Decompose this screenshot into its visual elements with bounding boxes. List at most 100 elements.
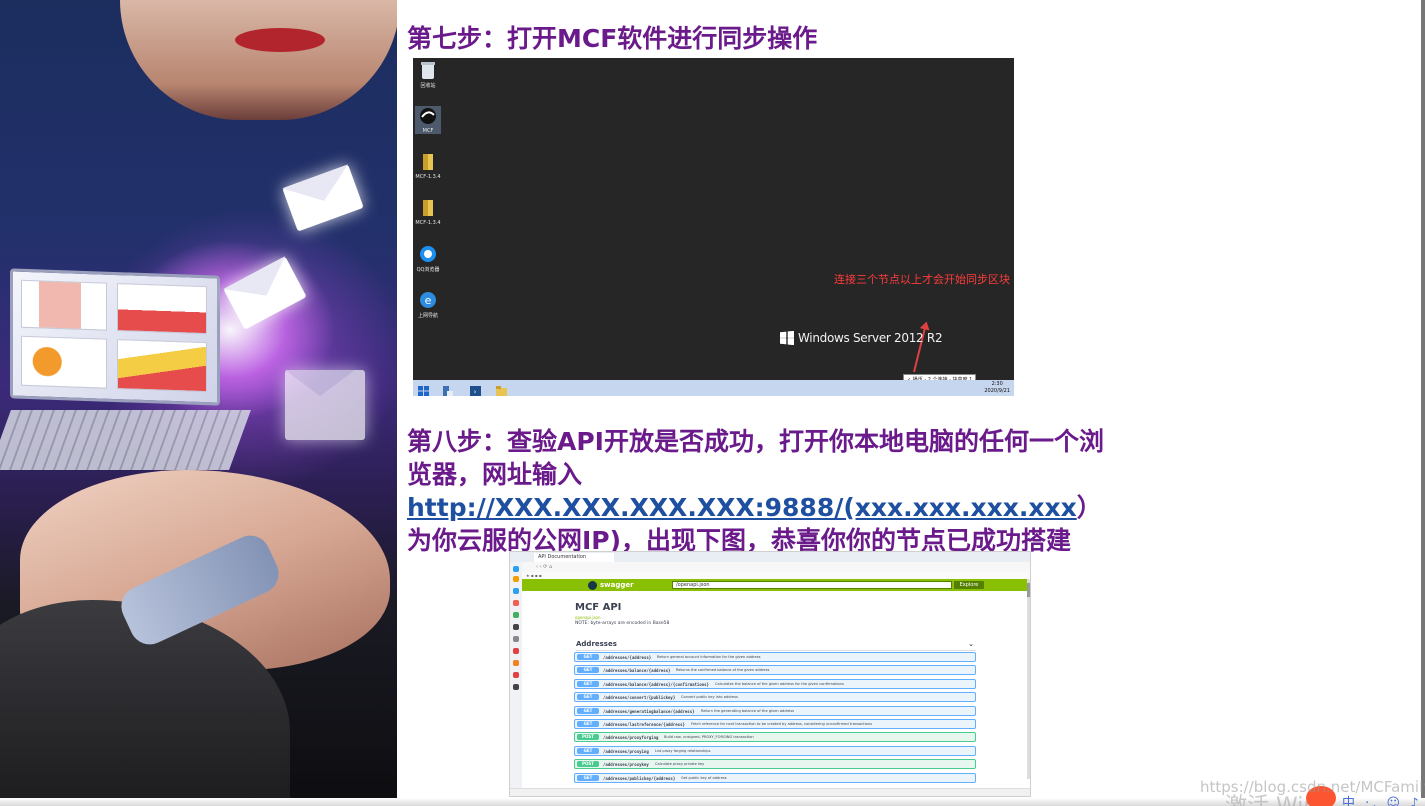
tray-date: 2020/9/21	[984, 388, 1010, 394]
operation-description: Returns the confirmed balance of the giv…	[676, 668, 770, 673]
sidebar-icon[interactable]	[513, 612, 519, 618]
sidebar-icon[interactable]	[513, 624, 519, 630]
server-manager-icon	[443, 386, 453, 396]
operation-description: Convert public key into address	[681, 695, 738, 700]
http-method-badge: GET	[577, 654, 599, 660]
right-edge	[1421, 0, 1425, 806]
envelope-icon	[282, 164, 364, 232]
windows-desktop-screenshot: 回收站 MCF MCF-1.3.4 MCF-1.3.4 QQ浏览器 e 上网导航…	[413, 58, 1014, 396]
address-bar[interactable]: ‹ › ⟳ ⌂	[522, 562, 1030, 572]
keyboard-graphic	[0, 410, 251, 470]
operation-row[interactable]: POST/addresses/proxykey Calculate proxy p…	[574, 759, 976, 770]
operation-path: /addresses/generatingbalance/{address}	[603, 708, 695, 714]
http-method-badge: POST	[577, 761, 599, 768]
sidebar-icon[interactable]	[513, 684, 519, 690]
operation-description: Fetch reference for next transaction to …	[691, 722, 872, 726]
api-title: MCF API	[575, 602, 622, 613]
scrollbar[interactable]	[1027, 579, 1030, 779]
http-method-badge: GET	[577, 774, 599, 781]
svg-text:›: ›	[474, 388, 477, 396]
operation-row[interactable]: GET/addresses/generatingbalance/{address…	[574, 705, 976, 716]
glow-panel-graphic	[285, 370, 365, 440]
powershell-icon: ›	[470, 386, 481, 396]
file-explorer-icon	[496, 386, 507, 396]
desktop-icon-mcf-folder-2[interactable]: MCF-1.3.4	[415, 198, 441, 226]
api-spec-link[interactable]: openapi.json	[575, 615, 601, 620]
operation-path: /addresses/proxyforging	[603, 735, 659, 741]
operation-row[interactable]: GET/addresses/balance/{address}/{confirm…	[574, 678, 976, 689]
spec-url-input[interactable]: /openapi.json	[672, 581, 952, 589]
sidebar-icon[interactable]	[513, 576, 519, 582]
sidebar-icon[interactable]	[513, 672, 519, 678]
swagger-logo: swagger	[588, 580, 634, 590]
folder-icon	[423, 154, 433, 170]
sidebar-icon[interactable]	[513, 600, 519, 606]
os-watermark: Windows Server 2012 R2	[798, 331, 943, 345]
browser-swagger-screenshot: API Documentation ‹ › ⟳ ⌂ ★ ▪ ▪ ▪ swagge…	[509, 551, 1031, 797]
http-method-badge: GET	[577, 680, 599, 687]
browser-tab[interactable]: API Documentation	[534, 553, 614, 562]
operation-path: /addresses/proxykey	[603, 762, 649, 768]
sidebar-icon[interactable]	[513, 636, 519, 642]
sidebar-icon[interactable]	[513, 588, 519, 594]
desktop-icon-mcf-folder[interactable]: MCF-1.3.4	[415, 152, 441, 180]
qq-browser-icon	[420, 246, 436, 262]
recycle-bin-icon	[421, 62, 435, 79]
http-method-badge: GET	[577, 707, 599, 714]
operation-path: /addresses/convert/{publickey}	[603, 695, 676, 701]
api-note: NOTE: byte-arrays are encoded in Base58	[575, 621, 670, 626]
operation-description: Calculate proxy private key	[655, 762, 705, 767]
explore-button[interactable]: Explore	[954, 581, 984, 589]
http-method-badge: GET	[577, 694, 599, 701]
step8-paragraph: 第八步：查验API开放是否成功，打开你本地电脑的任何一个浏览器，网址输入 htt…	[407, 425, 1107, 557]
operation-row[interactable]: GET/addresses/publickey/{address} Get pub…	[574, 772, 976, 783]
explorer-button[interactable]	[495, 382, 508, 396]
operation-path: /addresses/lastreference/{address}	[603, 722, 685, 727]
operation-path: /addresses/publickey/{address}	[603, 775, 676, 781]
operation-path: /addresses/balance/{address}/{confirmati…	[603, 681, 709, 687]
desktop-icon-recycle-bin[interactable]: 回收站	[415, 60, 441, 89]
mcf-app-icon	[420, 108, 436, 124]
sidebar-icon[interactable]	[513, 566, 519, 572]
desktop-icon-ie[interactable]: e 上网导航	[415, 290, 441, 319]
desktop-icon-qq-browser[interactable]: QQ浏览器	[415, 244, 441, 273]
http-method-badge: GET	[577, 721, 599, 727]
operation-path: /addresses/balance/{address}	[603, 668, 671, 674]
browser-tab-strip: API Documentation	[510, 552, 1030, 562]
section-header-addresses[interactable]: Addresses ⌄	[576, 640, 976, 651]
operation-row[interactable]: GET/addresses/convert/{publickey} Convert…	[574, 692, 976, 703]
sidebar-icon[interactable]	[513, 660, 519, 666]
lips-graphic	[235, 28, 325, 52]
http-method-badge: GET	[577, 747, 599, 754]
desktop-icon-mcf[interactable]: MCF	[415, 106, 441, 134]
start-button[interactable]	[417, 382, 430, 396]
blog-watermark: https://blog.csdn.net/MCFamily	[1200, 778, 1425, 796]
envelope-icon	[223, 256, 307, 330]
swagger-topbar: swagger /openapi.json Explore	[522, 579, 1030, 591]
tray-clock[interactable]: 2:30 2020/9/21	[984, 381, 1010, 395]
operation-row[interactable]: GET/addresses/proxying List proxy forging…	[574, 745, 976, 756]
api-url-link[interactable]: http://XXX.XXX.XXX.XXX:9888/(xxx.xxx.xxx…	[407, 493, 1077, 522]
powershell-button[interactable]: ›	[469, 382, 482, 396]
svg-text:e: e	[425, 294, 432, 307]
operation-row[interactable]: GET/addresses/{address} Return general ac…	[574, 652, 976, 662]
ie-browser-icon: e	[420, 292, 436, 308]
sync-annotation: 连接三个节点以上才会开始同步区块	[834, 273, 1010, 286]
swagger-logo-icon	[588, 580, 597, 590]
http-method-badge: POST	[577, 734, 599, 741]
tray-time: 2:30	[991, 381, 1003, 387]
operation-row[interactable]: POST/addresses/proxyforging Build raw, un…	[574, 732, 976, 743]
operation-path: /addresses/{address}	[603, 655, 652, 660]
operation-description: List proxy forging relationships	[655, 748, 711, 753]
bottom-edge	[0, 798, 1425, 806]
windows-logo-icon	[780, 331, 794, 345]
operation-description: Return the generating balance of the giv…	[701, 708, 794, 713]
operation-row[interactable]: GET/addresses/balance/{address} Returns t…	[574, 665, 976, 676]
operation-description: Calculates the balance of the given addr…	[715, 681, 844, 686]
windows-start-icon	[418, 386, 429, 396]
laptop-graphic	[10, 268, 220, 406]
operation-row[interactable]: GET/addresses/lastreference/{address} Fet…	[574, 719, 976, 729]
server-manager-button[interactable]	[441, 382, 454, 396]
slide: { "step7": {"title": "第七步：打开MCF软件进行同步操作"…	[0, 0, 1425, 806]
sidebar-icon[interactable]	[513, 648, 519, 654]
